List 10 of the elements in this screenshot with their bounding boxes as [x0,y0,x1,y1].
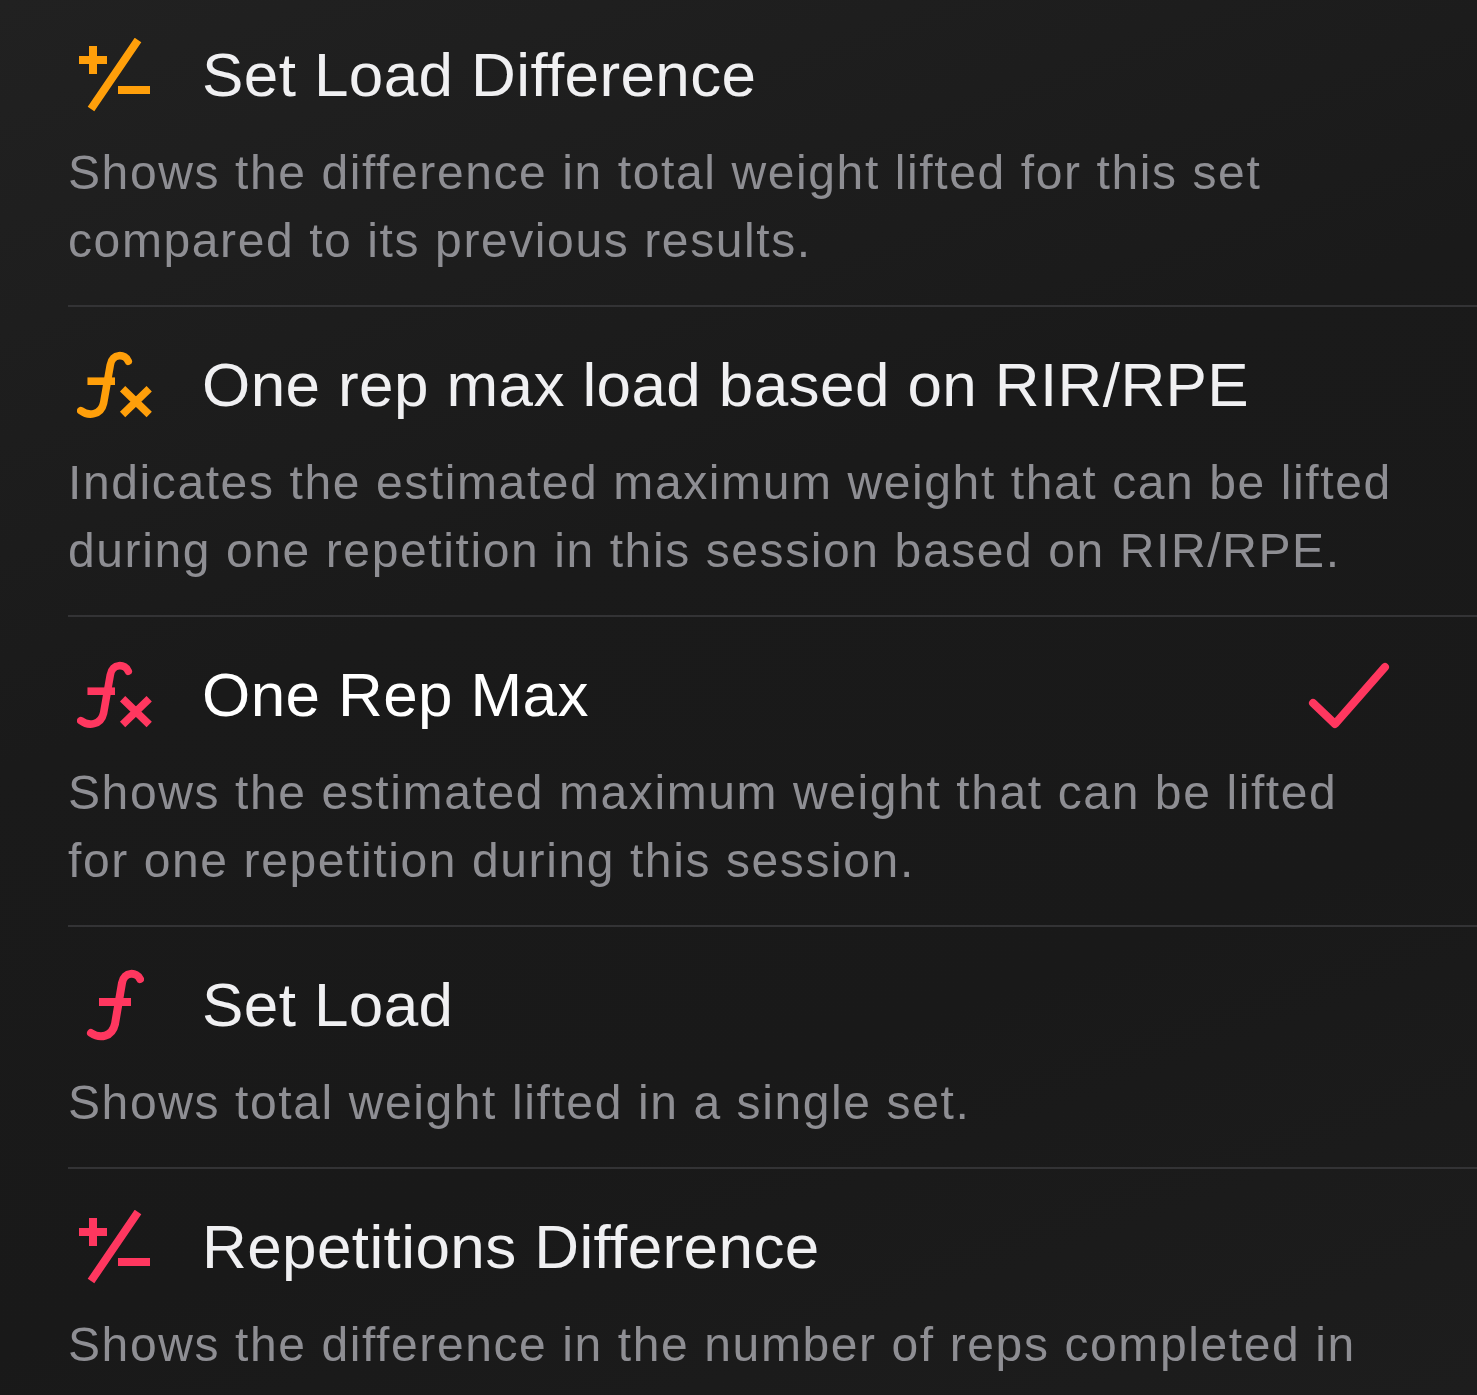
metric-title[interactable]: Set Load Difference [202,37,1390,113]
metric-description: Shows the difference in the number of reps completed in [68,1317,1357,1373]
metric-title[interactable]: One Rep Max [202,657,1308,733]
metric-description: Shows the difference in total weight lifted for this set compared to its previous results. [68,145,1263,269]
metric-title[interactable]: One rep max load based on RIR/RPE [202,347,1390,423]
metric-description: Indicates the estimated maximum weight that can be lifted during one repetition in this session based on RIR/RPE. [68,455,1393,579]
metric-title[interactable]: Repetitions Difference [202,1209,1390,1285]
metric-description: Shows the estimated maximum weight that can be lifted for one repetition during this session. [68,765,1339,889]
metric-title[interactable]: Set Load [202,967,1390,1043]
metric-description: Shows total weight lifted in a single set. [68,1075,972,1131]
